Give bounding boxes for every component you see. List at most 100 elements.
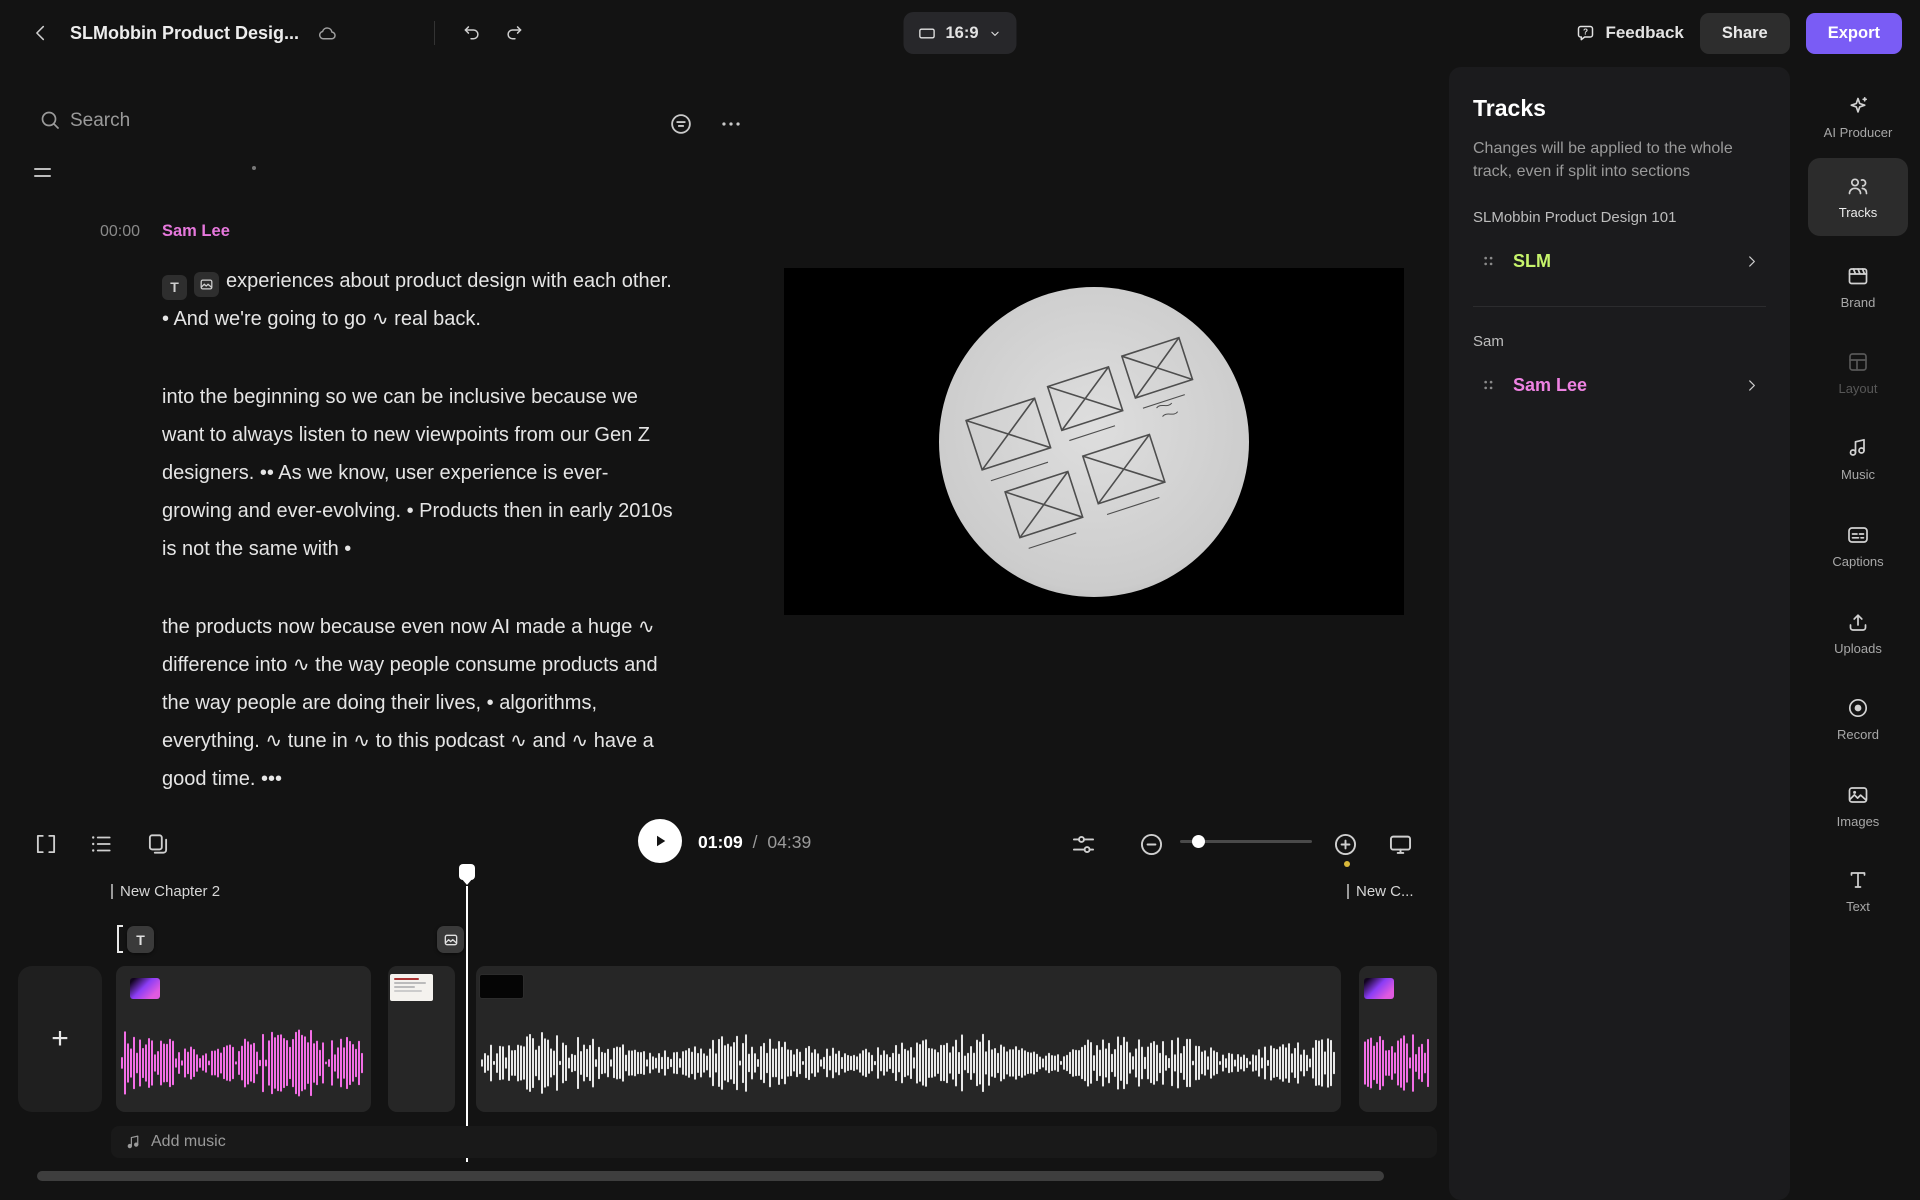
sidebar-item-captions[interactable]: Captions [1808,507,1908,585]
sidebar-item-tracks[interactable]: Tracks [1808,158,1908,236]
clip-thumbnail [130,978,160,999]
more-options-button[interactable] [714,107,748,141]
people-icon [1846,174,1870,198]
playhead-line[interactable] [466,886,468,1162]
video-preview[interactable] [784,268,1404,615]
track-group-label: SLMobbin Product Design 101 [1473,209,1766,226]
text-icon [1846,868,1870,892]
filter-button[interactable] [664,107,698,141]
chapter-label: New Chapter 2 [120,883,220,900]
zoom-out-button[interactable] [1134,827,1169,862]
zoom-slider[interactable] [1180,840,1312,843]
feedback-button[interactable]: ? Feedback [1575,23,1683,44]
sidebar-item-text[interactable]: Text [1808,852,1908,930]
collapse-handle-icon[interactable] [34,168,51,180]
zoom-indicator-dot [1344,861,1350,867]
waveform-pink [1364,1022,1432,1104]
svg-text:?: ? [1583,26,1588,36]
drag-handle-icon[interactable] [1479,251,1499,271]
transcript-paragraph[interactable]: the products now because even now AI mad… [162,608,674,798]
current-time: 01:09 [698,832,743,852]
panel-title: Tracks [1473,95,1766,122]
scene-chip[interactable] [194,272,219,297]
track-row-sam-lee[interactable]: Sam Lee [1473,358,1766,412]
transcript-paragraph[interactable]: T experiences about product design with … [162,262,674,338]
clip-thumbnail [479,974,524,999]
sidebar-item-record[interactable]: Record [1808,680,1908,758]
fit-timeline-button[interactable] [29,827,63,861]
total-time: 04:39 [767,832,811,852]
aspect-ratio-value: 16:9 [945,24,978,43]
minus-circle-icon [1138,831,1165,858]
zoom-in-button[interactable] [1328,827,1363,862]
sidebar-item-images[interactable]: Images [1808,767,1908,845]
audio-clip[interactable] [116,966,371,1112]
add-clip-button[interactable]: + [18,966,102,1112]
monitor-icon [1387,831,1414,858]
slide-clip[interactable] [388,966,455,1112]
chevron-down-icon [988,26,1003,41]
aspect-ratio-selector[interactable]: 16:9 [903,12,1016,54]
waveform-white [481,1022,1336,1104]
track-row-slm[interactable]: SLM [1473,234,1766,288]
play-icon [651,832,669,850]
filter-icon [668,111,694,137]
audio-clip[interactable] [1359,966,1437,1112]
clip-list-button[interactable] [84,827,118,861]
sidebar-item-uploads[interactable]: Uploads [1808,594,1908,672]
feedback-label: Feedback [1605,23,1683,43]
export-button[interactable]: Export [1806,13,1902,54]
transcript-paragraph[interactable]: into the beginning so we can be inclusiv… [162,378,674,568]
add-music-button[interactable]: Add music [111,1126,1437,1158]
images-icon [1846,783,1870,807]
timestamp: 00:00 [78,223,140,241]
image-icon [443,932,459,948]
wireframe-sketch-image [939,287,1249,597]
zoom-slider-knob[interactable] [1192,835,1205,848]
fullscreen-preview-button[interactable] [1383,827,1418,862]
time-display: 01:09 / 04:39 [698,832,811,853]
split-clip-button[interactable] [141,827,175,861]
undo-icon [461,23,482,44]
list-icon [88,831,114,857]
app-root: SLMobbin Product Desig... 16:9 ? [0,0,1920,1200]
audio-clip[interactable] [476,966,1341,1112]
undo-button[interactable] [457,19,486,48]
drag-handle-icon[interactable] [1479,375,1499,395]
back-button[interactable] [26,18,56,48]
chapter-marker[interactable]: New Chapter 2 [111,880,220,902]
text-layer-chip[interactable]: T [127,926,154,953]
upload-icon [1846,610,1870,634]
tracks-panel: Tracks Changes will be applied to the wh… [1449,67,1790,1200]
search-input[interactable] [70,104,490,138]
sparkle-icon [1846,94,1870,118]
text-layer-chip[interactable]: T [162,275,187,300]
play-button[interactable] [638,819,682,863]
track-manager-button[interactable] [1066,827,1101,862]
sidebar-item-music[interactable]: Music [1808,420,1908,498]
ellipsis-icon [718,111,744,137]
back-chevron-icon [30,22,52,44]
feedback-bubble-icon: ? [1575,23,1596,44]
horizontal-scrollbar[interactable] [37,1171,1384,1181]
playhead-handle[interactable] [459,864,475,880]
scene-layer-chip[interactable] [437,926,464,953]
track-name: Sam Lee [1513,375,1729,396]
redo-button[interactable] [500,19,529,48]
plus-circle-icon [1332,831,1359,858]
project-title[interactable]: SLMobbin Product Desig... [70,23,299,44]
paragraph-dot [252,166,256,170]
speaker-label[interactable]: Sam Lee [162,222,230,241]
music-icon [1846,436,1870,460]
record-icon [1846,696,1870,720]
selection-bracket [117,925,123,953]
divider [1473,306,1766,307]
track-name: SLM [1513,251,1729,272]
chevron-right-icon [1743,253,1760,270]
brackets-icon [33,831,59,857]
tools-sidebar: AI Producer Tracks Brand Layout Music Ca… [1796,66,1920,1200]
share-button[interactable]: Share [1700,13,1790,54]
chapter-marker[interactable]: New C... [1347,880,1437,902]
sidebar-item-brand[interactable]: Brand [1808,248,1908,326]
sidebar-item-ai-producer[interactable]: AI Producer [1808,78,1908,156]
